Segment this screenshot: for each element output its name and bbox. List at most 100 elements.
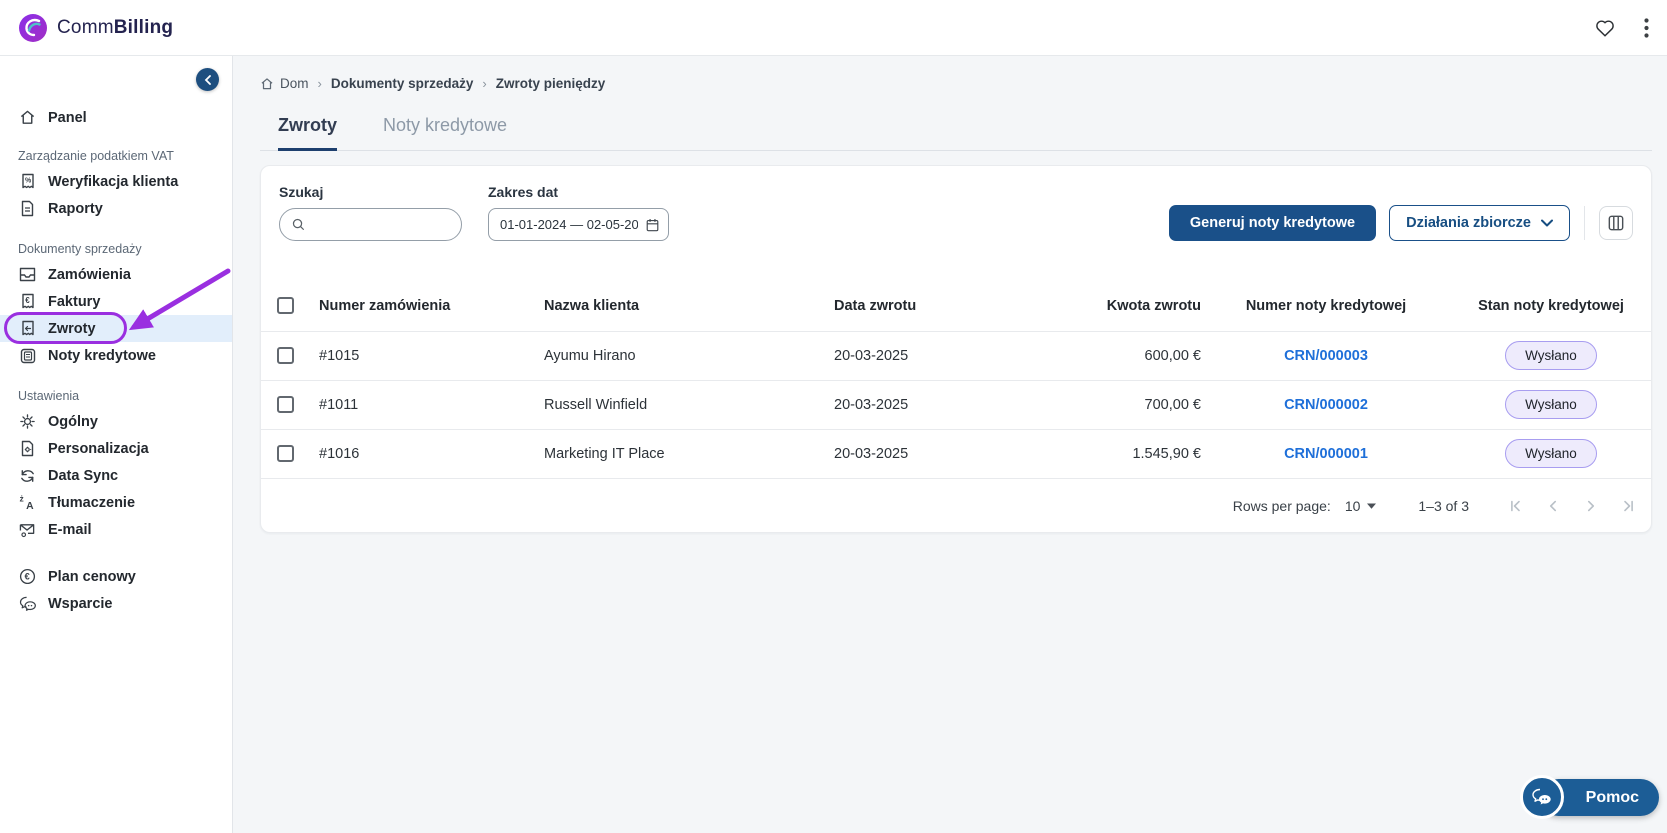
search-field-group: Szukaj [279,184,462,241]
support-chat-icon [18,596,37,611]
gear-icon [18,413,37,430]
help-button[interactable]: Pomoc [1519,775,1659,819]
svg-text:%: % [25,178,32,185]
sidebar-item-faktury[interactable]: € Faktury [0,288,232,315]
status-badge: Wysłano [1505,439,1597,469]
chevron-right-icon [1587,500,1595,511]
svg-text:€: € [24,572,30,583]
more-menu-button[interactable] [1644,17,1649,38]
last-page-icon [1624,500,1633,511]
sidebar-item-label: Zwroty [48,320,96,337]
help-chat-icon [1519,775,1564,819]
sidebar-item-panel[interactable]: Panel [0,104,232,131]
first-page-icon [1511,500,1520,511]
search-label: Szukaj [279,184,324,200]
search-input-wrap [279,208,462,241]
sidebar-item-zamowienia[interactable]: Zamówienia [0,261,232,288]
euro-circle-icon: € [18,568,37,585]
calendar-icon[interactable] [646,217,659,233]
cell-order-number: #1016 [319,445,360,462]
first-page-button[interactable] [1507,498,1523,514]
pagination-controls [1507,498,1637,514]
columns-icon [1608,215,1624,231]
col-header-date: Data zwrotu [834,297,917,314]
personalization-icon [18,440,37,457]
sidebar-item-data-sync[interactable]: Data Sync [0,462,232,489]
sidebar-item-plan-cenowy[interactable]: € Plan cenowy [0,563,232,590]
sidebar: Panel Zarządzanie podatkiem VAT % Weryfi… [0,56,233,833]
sidebar-item-label: Personalizacja [48,440,149,457]
sidebar-item-label: Ogólny [48,413,98,430]
table-actions: Generuj noty kredytowe Działania zbiorcz… [1168,205,1633,241]
breadcrumb-level1[interactable]: Dokumenty sprzedaży [331,76,474,91]
credit-note-icon [18,348,37,364]
svg-text:ż: ż [19,494,23,504]
row-checkbox[interactable] [277,347,294,364]
sidebar-item-wsparcie[interactable]: Wsparcie [0,590,232,617]
table-row: #1011 Russell Winfield 20-03-2025 700,00… [261,380,1651,429]
pagination-range: 1–3 of 3 [1418,497,1469,514]
next-page-button[interactable] [1583,498,1599,514]
sidebar-item-label: Panel [48,109,87,126]
col-header-client: Nazwa klienta [544,297,640,314]
sidebar-item-label: Faktury [48,293,101,310]
row-checkbox[interactable] [277,445,294,463]
invoice-euro-icon: € [18,293,37,310]
sidebar-item-ogolny[interactable]: Ogólny [0,408,232,435]
cell-refund-amount: 700,00 € [1144,396,1201,413]
cell-client-name: Ayumu Hirano [544,347,636,364]
date-range-input[interactable] [500,217,638,232]
breadcrumb-home[interactable]: Dom [260,76,309,91]
sidebar-item-label: E-mail [48,521,92,538]
favorites-button[interactable] [1594,18,1616,38]
breadcrumb-level2[interactable]: Zwroty pieniędzy [496,76,606,91]
cell-refund-date: 20-03-2025 [834,347,909,364]
sidebar-item-personalizacja[interactable]: Personalizacja [0,435,232,462]
report-document-icon [18,200,37,217]
rows-per-page-label: Rows per page: [1232,497,1331,514]
credit-note-link[interactable]: CRN/000003 [1284,348,1368,364]
main-content: Dom › Dokumenty sprzedaży › Zwroty pieni… [234,56,1667,833]
sidebar-item-raporty[interactable]: Raporty [0,195,232,222]
tab-noty-kredytowe[interactable]: Noty kredytowe [383,115,507,150]
sidebar-item-noty-kredytowe[interactable]: Noty kredytowe [0,342,232,369]
sidebar-item-label: Raporty [48,200,103,217]
credit-note-link[interactable]: CRN/000001 [1284,446,1368,462]
column-settings-button[interactable] [1599,206,1633,240]
bulk-actions-button[interactable]: Działania zbiorcze [1389,205,1570,241]
sidebar-item-label: Weryfikacja klienta [48,173,179,190]
rows-per-page-select[interactable]: 10 [1345,498,1377,514]
sidebar-item-label: Tłumaczenie [48,494,136,511]
kebab-menu-icon [1644,17,1649,38]
table-header-row: Numer zamówienia Nazwa klienta Data zwro… [261,281,1651,331]
orders-inbox-icon [18,267,37,282]
sidebar-collapse-button[interactable] [196,68,219,91]
email-gear-icon [18,522,37,538]
credit-note-link[interactable]: CRN/000002 [1284,397,1368,413]
sidebar-section-title-dokumenty: Dokumenty sprzedaży [18,242,142,256]
previous-page-button[interactable] [1545,498,1561,514]
row-checkbox[interactable] [277,396,294,413]
cell-refund-amount: 1.545,90 € [1132,445,1201,462]
sidebar-item-email[interactable]: E-mail [0,516,232,543]
select-all-checkbox[interactable] [277,297,294,315]
search-input[interactable] [313,217,451,232]
last-page-button[interactable] [1621,498,1637,514]
heart-icon [1596,19,1614,37]
sidebar-item-tlumaczenie[interactable]: żA Tłumaczenie [0,489,232,516]
cell-refund-date: 20-03-2025 [834,396,909,413]
search-icon [292,218,304,230]
sidebar-item-weryfikacja-klienta[interactable]: % Weryfikacja klienta [0,168,232,195]
generate-credit-notes-button[interactable]: Generuj noty kredytowe [1168,205,1377,241]
brand-logo: CommBilling [18,13,173,43]
sidebar-section-title-ustawienia: Ustawienia [18,389,80,403]
tab-bar: Zwroty Noty kredytowe [260,115,1652,151]
sidebar-nav: Panel Zarządzanie podatkiem VAT % Weryfi… [0,104,232,617]
actions-divider [1584,206,1585,240]
breadcrumb: Dom › Dokumenty sprzedaży › Zwroty pieni… [260,76,1652,91]
table-row: #1015 Ayumu Hirano 20-03-2025 600,00 € C… [261,331,1651,380]
cell-order-number: #1011 [319,396,359,413]
sidebar-item-zwroty[interactable]: Zwroty [0,268,232,344]
tab-zwroty[interactable]: Zwroty [278,115,338,151]
cell-refund-date: 20-03-2025 [834,445,909,462]
